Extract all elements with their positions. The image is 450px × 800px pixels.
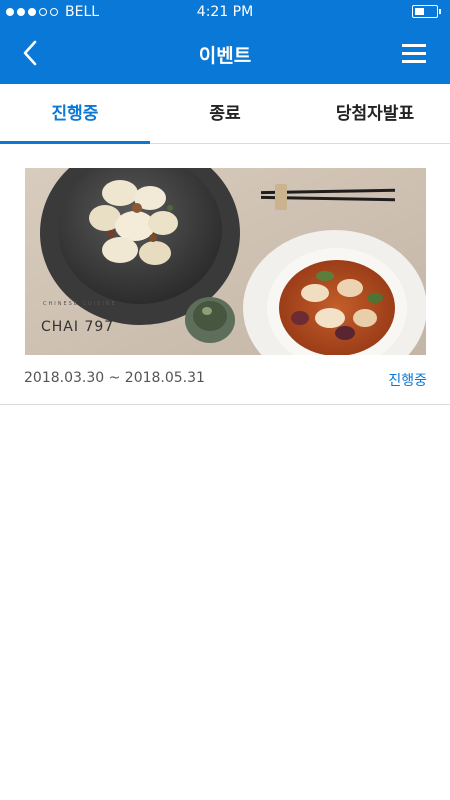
- event-card[interactable]: CHINESE CUISINE CHAI 797 2018.03.30 ~ 20…: [0, 144, 450, 405]
- event-status-badge: 진행중: [388, 373, 427, 389]
- status-time: 4:21 PM: [196, 4, 254, 20]
- banner-brand-name: CHAI 797: [41, 319, 114, 335]
- status-bar: BELL 4:21 PM: [0, 0, 450, 24]
- page-title: 이벤트: [198, 45, 252, 67]
- event-period: 2018.03.30 ~ 2018.05.31: [24, 370, 205, 386]
- tab-bar: 진행중 종료 당첨자발표: [0, 84, 450, 144]
- event-banner-image[interactable]: CHINESE CUISINE CHAI 797: [25, 168, 426, 355]
- banner-brand-subtitle: CHINESE CUISINE: [43, 301, 117, 307]
- menu-button[interactable]: [402, 44, 426, 64]
- tab-ended[interactable]: 종료: [150, 84, 300, 143]
- hamburger-menu-icon: [402, 44, 426, 47]
- tab-winners[interactable]: 당첨자발표: [300, 84, 450, 143]
- app-header: BELL 4:21 PM 이벤트: [0, 0, 450, 84]
- battery-icon: [412, 5, 441, 18]
- tab-ongoing[interactable]: 진행중: [0, 84, 150, 144]
